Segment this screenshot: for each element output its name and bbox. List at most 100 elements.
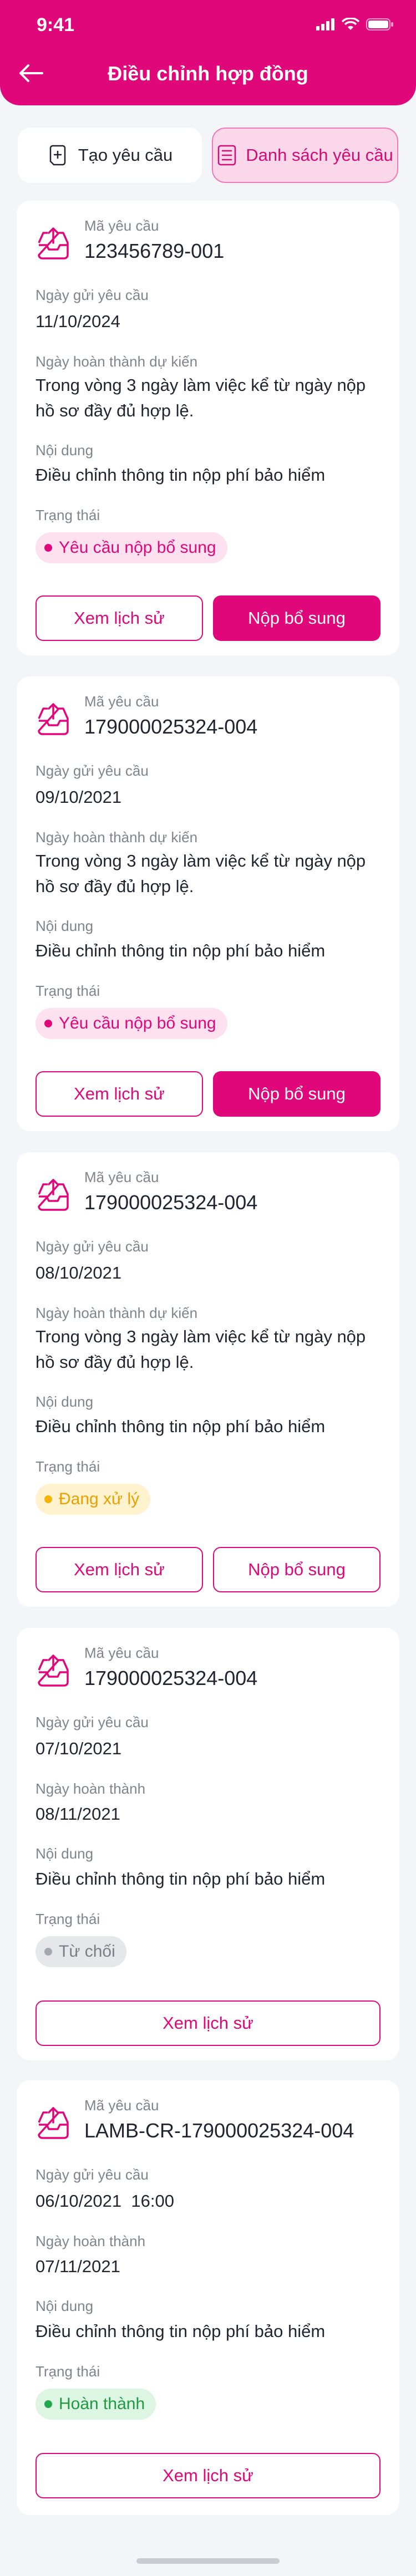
completion-value: 07/11/2021 bbox=[35, 2257, 120, 2276]
view-history-button[interactable]: Xem lịch sử bbox=[35, 1071, 203, 1117]
completion-label: Ngày hoàn thành bbox=[35, 1780, 146, 1797]
view-history-button[interactable]: Xem lịch sử bbox=[35, 2000, 381, 2046]
status-badge: Đang xử lý bbox=[35, 1484, 151, 1515]
request-card-header: Mã yêu cầu 179000025324-004 bbox=[35, 1169, 379, 1224]
status-time: 9:41 bbox=[37, 14, 75, 35]
tab-create-request[interactable]: Tạo yêu cầu bbox=[18, 128, 202, 183]
tab-request-list[interactable]: Danh sách yêu cầu bbox=[212, 128, 398, 183]
request-card: Mã yêu cầu LAMB-CR-179000025324-004 Ngày… bbox=[17, 2080, 399, 2515]
status-text: Từ chối bbox=[59, 1942, 115, 1961]
sent-date-value: 09/10/2021 bbox=[35, 787, 122, 807]
content-value: Điều chỉnh thông tin nộp phí bảo hiểm bbox=[35, 1869, 326, 1888]
request-code-label: Mã yêu cầu bbox=[84, 2097, 159, 2114]
sent-date-label: Ngày gửi yêu cầu bbox=[35, 2166, 149, 2183]
completion-value: Trong vòng 3 ngày làm việc kể từ ngày nộ… bbox=[35, 851, 366, 896]
request-code-label: Mã yêu cầu bbox=[84, 217, 159, 234]
content-label: Nội dung bbox=[35, 2298, 94, 2314]
status-dot bbox=[44, 1495, 52, 1503]
request-card: Mã yêu cầu 179000025324-004 Ngày gửi yêu… bbox=[17, 1152, 399, 1607]
app-header: 9:41 Điều chỉnh hợp đồng bbox=[0, 0, 416, 105]
content-value: Điều chỉnh thông tin nộp phí bảo hiểm bbox=[35, 1417, 326, 1436]
request-code-label: Mã yêu cầu bbox=[84, 1169, 159, 1185]
request-card: Mã yêu cầu 123456789-001 Ngày gửi yêu cầ… bbox=[17, 201, 399, 655]
sent-date-value: 07/10/2021 bbox=[35, 1739, 122, 1758]
completion-label: Ngày hoàn thành bbox=[35, 2233, 146, 2249]
status-label: Trạng thái bbox=[35, 1458, 100, 1475]
completion-label: Ngày hoàn thành dự kiến bbox=[35, 1305, 198, 1321]
content-label: Nội dung bbox=[35, 918, 94, 934]
status-label: Trạng thái bbox=[35, 982, 100, 999]
submit-supplement-button[interactable]: Nộp bổ sung bbox=[213, 595, 381, 641]
request-code: 123456789-001 bbox=[84, 240, 225, 262]
inbox-upload-icon bbox=[38, 2107, 69, 2139]
status-bar: 9:41 bbox=[0, 0, 416, 51]
status-text: Yêu cầu nộp bổ sung bbox=[59, 538, 216, 557]
home-indicator bbox=[136, 2558, 280, 2564]
sent-date-label: Ngày gửi yêu cầu bbox=[35, 1238, 149, 1255]
signal-icon bbox=[316, 18, 334, 30]
request-card: Mã yêu cầu 179000025324-004 Ngày gửi yêu… bbox=[17, 1628, 399, 2060]
inbox-upload-icon bbox=[38, 703, 69, 735]
sent-date-value: 11/10/2024 bbox=[35, 312, 120, 331]
view-history-button[interactable]: Xem lịch sử bbox=[35, 595, 203, 641]
completion-value: Trong vòng 3 ngày làm việc kể từ ngày nộ… bbox=[35, 1327, 366, 1372]
request-card-header: Mã yêu cầu 123456789-001 bbox=[35, 217, 379, 273]
request-card: Mã yêu cầu 179000025324-004 Ngày gửi yêu… bbox=[17, 676, 399, 1131]
completion-value: 08/11/2021 bbox=[35, 1804, 120, 1824]
status-icons bbox=[316, 18, 394, 31]
request-code-label: Mã yêu cầu bbox=[84, 1645, 159, 1661]
status-badge: Yêu cầu nộp bổ sung bbox=[35, 1008, 227, 1039]
completion-label: Ngày hoàn thành dự kiến bbox=[35, 829, 198, 846]
status-label: Trạng thái bbox=[35, 1911, 100, 1927]
inbox-upload-icon bbox=[38, 227, 69, 259]
request-card-header: Mã yêu cầu 179000025324-004 bbox=[35, 1645, 379, 1700]
content-value: Điều chỉnh thông tin nộp phí bảo hiểm bbox=[35, 941, 326, 960]
request-card-header: Mã yêu cầu LAMB-CR-179000025324-004 bbox=[35, 2097, 379, 2152]
status-badge: Từ chối bbox=[35, 1936, 126, 1967]
status-badge: Yêu cầu nộp bổ sung bbox=[35, 532, 227, 563]
request-code: 179000025324-004 bbox=[84, 1667, 258, 1689]
submit-supplement-button[interactable]: Nộp bổ sung bbox=[213, 1547, 381, 1592]
add-document-icon bbox=[49, 145, 65, 166]
request-card-header: Mã yêu cầu 179000025324-004 bbox=[35, 693, 379, 749]
status-text: Hoàn thành bbox=[59, 2395, 145, 2413]
battery-icon bbox=[366, 18, 393, 30]
request-code-label: Mã yêu cầu bbox=[84, 693, 159, 710]
inbox-upload-icon bbox=[38, 1179, 69, 1211]
request-code: LAMB-CR-179000025324-004 bbox=[84, 2119, 354, 2142]
sent-date-value: 08/10/2021 bbox=[35, 1263, 122, 1282]
tab-create-label: Tạo yêu cầu bbox=[78, 145, 173, 165]
content-value: Điều chỉnh thông tin nộp phí bảo hiểm bbox=[35, 2322, 326, 2341]
page-title: Điều chỉnh hợp đồng bbox=[108, 62, 308, 85]
request-code: 179000025324-004 bbox=[84, 715, 258, 738]
request-code: 179000025324-004 bbox=[84, 1191, 258, 1214]
title-bar: Điều chỉnh hợp đồng bbox=[0, 51, 416, 95]
sent-date-label: Ngày gửi yêu cầu bbox=[35, 287, 149, 303]
sent-date-value: 06/10/2021 16:00 bbox=[35, 2191, 174, 2211]
view-history-button[interactable]: Xem lịch sử bbox=[35, 2453, 381, 2498]
status-label: Trạng thái bbox=[35, 507, 100, 523]
status-dot bbox=[44, 544, 52, 552]
status-dot bbox=[44, 1020, 52, 1027]
status-dot bbox=[44, 2400, 52, 2408]
segment-tabs: Tạo yêu cầu Danh sách yêu cầu bbox=[18, 128, 398, 183]
completion-value: Trong vòng 3 ngày làm việc kể từ ngày nộ… bbox=[35, 375, 366, 420]
status-badge: Hoàn thành bbox=[35, 2389, 156, 2420]
tab-list-label: Danh sách yêu cầu bbox=[246, 145, 393, 165]
sent-date-label: Ngày gửi yêu cầu bbox=[35, 1714, 149, 1730]
view-history-button[interactable]: Xem lịch sử bbox=[35, 1547, 203, 1592]
completion-label: Ngày hoàn thành dự kiến bbox=[35, 353, 198, 370]
content-value: Điều chỉnh thông tin nộp phí bảo hiểm bbox=[35, 465, 326, 485]
status-text: Yêu cầu nộp bổ sung bbox=[59, 1014, 216, 1032]
content-label: Nội dung bbox=[35, 442, 94, 459]
content-label: Nội dung bbox=[35, 1393, 94, 1410]
sent-date-label: Ngày gửi yêu cầu bbox=[35, 762, 149, 779]
inbox-upload-icon bbox=[38, 1654, 69, 1687]
status-dot bbox=[44, 1948, 52, 1956]
status-label: Trạng thái bbox=[35, 2363, 100, 2380]
status-text: Đang xử lý bbox=[59, 1490, 140, 1508]
content-label: Nội dung bbox=[35, 1845, 94, 1862]
wifi-icon bbox=[342, 18, 359, 30]
list-icon bbox=[218, 145, 236, 166]
submit-supplement-button[interactable]: Nộp bổ sung bbox=[213, 1071, 381, 1117]
